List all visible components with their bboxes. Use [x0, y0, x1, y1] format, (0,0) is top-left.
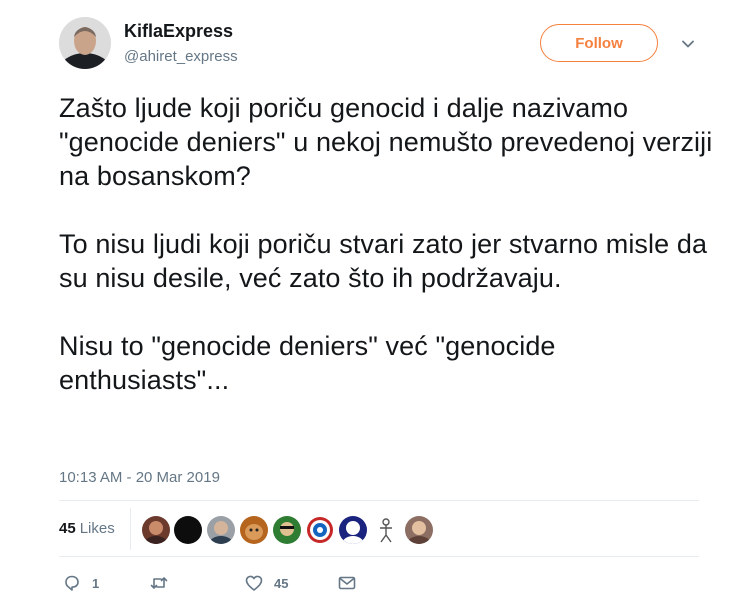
divider [59, 556, 699, 557]
divider [130, 508, 131, 550]
tweet-text: Zašto ljude koji poriču genocid i dalje … [59, 91, 719, 397]
tweet-timestamp[interactable]: 10:13 AM - 20 Mar 2019 [59, 469, 220, 486]
liker-avatar[interactable] [142, 516, 170, 544]
retweet-button[interactable] [149, 571, 169, 595]
liker-avatar[interactable] [240, 516, 268, 544]
liker-avatar[interactable] [372, 516, 400, 544]
heart-icon [245, 575, 263, 591]
likes-label: Likes [79, 520, 115, 537]
direct-message-button[interactable] [337, 571, 357, 595]
user-handle[interactable]: @ahiret_express [124, 48, 238, 65]
tweet-card: KiflaExpress @ahiret_express Follow Zašt… [0, 0, 736, 604]
reply-count: 1 [92, 575, 100, 591]
divider [59, 500, 699, 501]
reply-icon [65, 575, 79, 591]
retweet-icon [150, 577, 168, 589]
follow-button[interactable]: Follow [540, 24, 658, 62]
user-display-name[interactable]: KiflaExpress [124, 21, 233, 42]
likes-stat[interactable]: 45 Likes [59, 520, 115, 537]
tweet-paragraph: Nisu to "genocide deniers" već "genocide… [59, 331, 556, 395]
reply-button[interactable]: 1 [62, 571, 99, 595]
liker-avatar[interactable] [174, 516, 202, 544]
like-button[interactable]: 45 [244, 571, 288, 595]
liker-avatar[interactable] [273, 516, 301, 544]
avatar[interactable] [59, 17, 111, 69]
tweet-paragraph: Zašto ljude koji poriču genocid i dalje … [59, 93, 713, 191]
liker-avatar[interactable] [306, 516, 334, 544]
like-count: 45 [274, 575, 289, 591]
liker-avatar[interactable] [339, 516, 367, 544]
chevron-down-icon[interactable] [680, 36, 696, 52]
liker-avatar[interactable] [207, 516, 235, 544]
envelope-icon [338, 576, 356, 590]
tweet-paragraph: To nisu ljudi koji poriču stvari zato je… [59, 229, 708, 293]
likes-count: 45 [59, 520, 76, 537]
liker-avatar[interactable] [405, 516, 433, 544]
